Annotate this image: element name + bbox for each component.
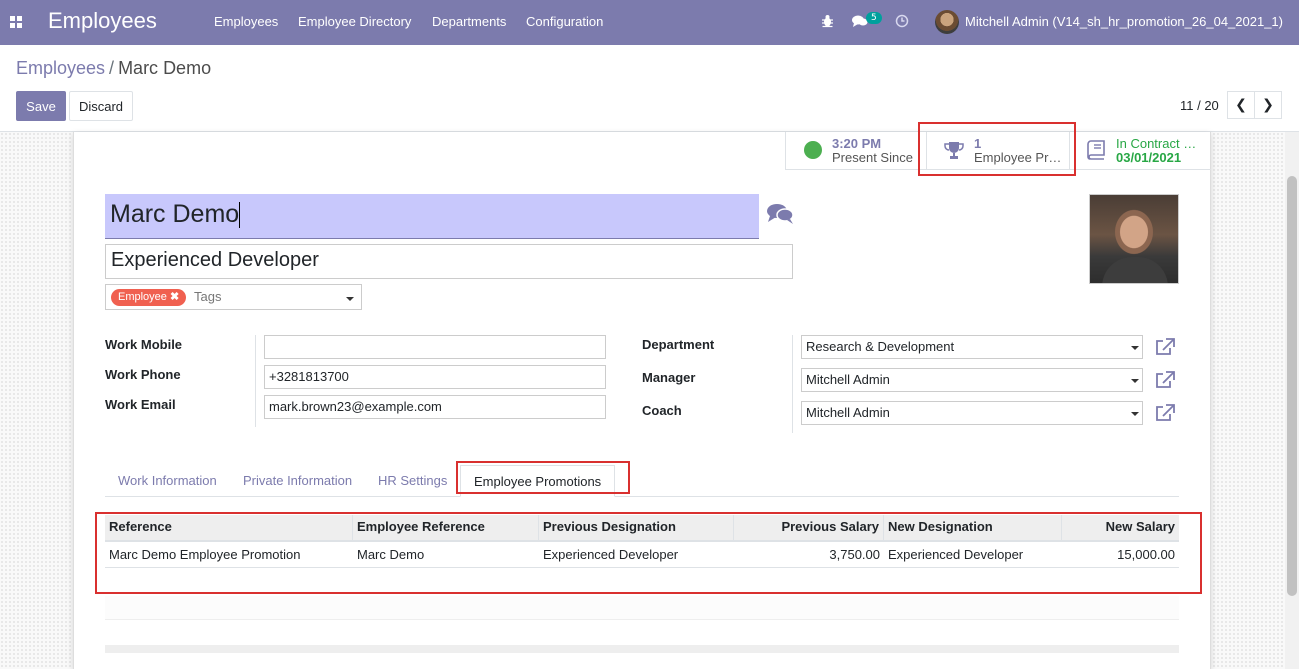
presence-label: Present Since: [832, 150, 913, 165]
contract-smart-button[interactable]: In Contract … 03/01/2021: [1069, 132, 1211, 170]
employee-photo[interactable]: [1089, 194, 1179, 284]
app-title: Employees: [48, 8, 157, 33]
tags-placeholder: Tags: [194, 289, 222, 304]
employee-tag-label: Employee: [118, 291, 167, 303]
promotions-tab-highlight: [456, 461, 630, 494]
presence-smart-button[interactable]: 3:20 PM Present Since: [785, 132, 926, 170]
department-external-link-icon[interactable]: [1155, 338, 1175, 356]
save-button[interactable]: Save: [16, 91, 66, 121]
coach-value: Mitchell Admin: [806, 405, 890, 420]
user-menu[interactable]: Mitchell Admin (V14_sh_hr_promotion_26_0…: [965, 14, 1283, 29]
scrollbar[interactable]: [1285, 132, 1299, 669]
department-dropdown-icon[interactable]: [1131, 346, 1139, 350]
manager-dropdown-icon[interactable]: [1131, 379, 1139, 383]
menu-employees[interactable]: Employees: [214, 14, 278, 29]
messages-count-badge: 5: [866, 12, 882, 24]
employee-name-value: Marc Demo: [110, 200, 240, 228]
department-select[interactable]: Research & Development: [801, 335, 1143, 359]
scrollbar-thumb[interactable]: [1287, 176, 1297, 596]
apps-menu-icon[interactable]: [10, 16, 22, 28]
presence-status-icon: [804, 141, 822, 159]
manager-external-link-icon[interactable]: [1155, 371, 1175, 389]
top-navbar: Employees Employees Employee Directory D…: [0, 0, 1299, 45]
menu-employee-directory[interactable]: Employee Directory: [298, 14, 411, 29]
text-caret: [239, 202, 241, 229]
notebook-tabs: Work Information Private Information HR …: [105, 465, 1179, 497]
breadcrumb-separator: /: [109, 58, 115, 78]
work-email-input[interactable]: mark.brown23@example.com: [264, 395, 606, 419]
coach-external-link-icon[interactable]: [1155, 404, 1175, 422]
control-panel: Employees / Marc Demo Save Discard 11 / 20…: [0, 45, 1299, 132]
work-email-label: Work Email: [105, 397, 176, 412]
menu-configuration[interactable]: Configuration: [526, 14, 603, 29]
chat-icon[interactable]: [767, 203, 794, 225]
photo-shoulders: [1102, 257, 1168, 283]
contract-date: 03/01/2021: [1116, 150, 1182, 165]
employee-name-field[interactable]: Marc Demo: [105, 194, 759, 239]
coach-select[interactable]: Mitchell Admin: [801, 401, 1143, 425]
promotions-table-highlight: [95, 512, 1202, 594]
left-group-divider: [255, 335, 256, 427]
promotions-button-highlight: [918, 122, 1076, 176]
table-footer: [105, 645, 1179, 653]
pager-value[interactable]: 11 / 20: [1180, 98, 1219, 113]
work-mobile-label: Work Mobile: [105, 337, 183, 352]
work-phone-label: Work Phone: [105, 367, 181, 382]
manager-label: Manager: [642, 370, 696, 385]
breadcrumb: Employees / Marc Demo: [16, 58, 211, 79]
work-phone-input[interactable]: +3281813700: [264, 365, 606, 389]
breadcrumb-employees-link[interactable]: Employees: [16, 58, 105, 78]
discard-button[interactable]: Discard: [69, 91, 133, 121]
tab-private-information[interactable]: Private Information: [230, 465, 365, 497]
tags-field[interactable]: Employee ✖ Tags: [105, 284, 362, 310]
remove-tag-icon[interactable]: ✖: [170, 291, 179, 303]
right-group-divider: [792, 335, 793, 433]
coach-dropdown-icon[interactable]: [1131, 412, 1139, 416]
department-label: Department: [642, 337, 715, 352]
user-avatar[interactable]: [935, 10, 959, 34]
job-title-field[interactable]: Experienced Developer: [105, 244, 793, 279]
manager-value: Mitchell Admin: [806, 372, 890, 387]
department-value: Research & Development: [806, 339, 955, 354]
coach-label: Coach: [642, 403, 682, 418]
empty-table-row: [105, 596, 1179, 620]
tab-hr-settings[interactable]: HR Settings: [365, 465, 460, 497]
book-icon: [1087, 140, 1105, 160]
pager-next-button[interactable]: ❯: [1254, 91, 1282, 119]
breadcrumb-current: Marc Demo: [118, 58, 212, 78]
presence-time: 3:20 PM: [832, 136, 882, 151]
bug-icon[interactable]: [821, 14, 834, 28]
pager-previous-button[interactable]: ❮: [1227, 91, 1255, 119]
activity-clock-icon[interactable]: [895, 14, 909, 28]
employee-tag[interactable]: Employee ✖: [111, 289, 187, 306]
tags-dropdown-icon[interactable]: [346, 297, 354, 301]
menu-departments[interactable]: Departments: [432, 14, 506, 29]
contract-status: In Contract …: [1116, 136, 1197, 151]
tab-work-information[interactable]: Work Information: [105, 465, 230, 497]
work-mobile-input[interactable]: [264, 335, 606, 359]
manager-select[interactable]: Mitchell Admin: [801, 368, 1143, 392]
